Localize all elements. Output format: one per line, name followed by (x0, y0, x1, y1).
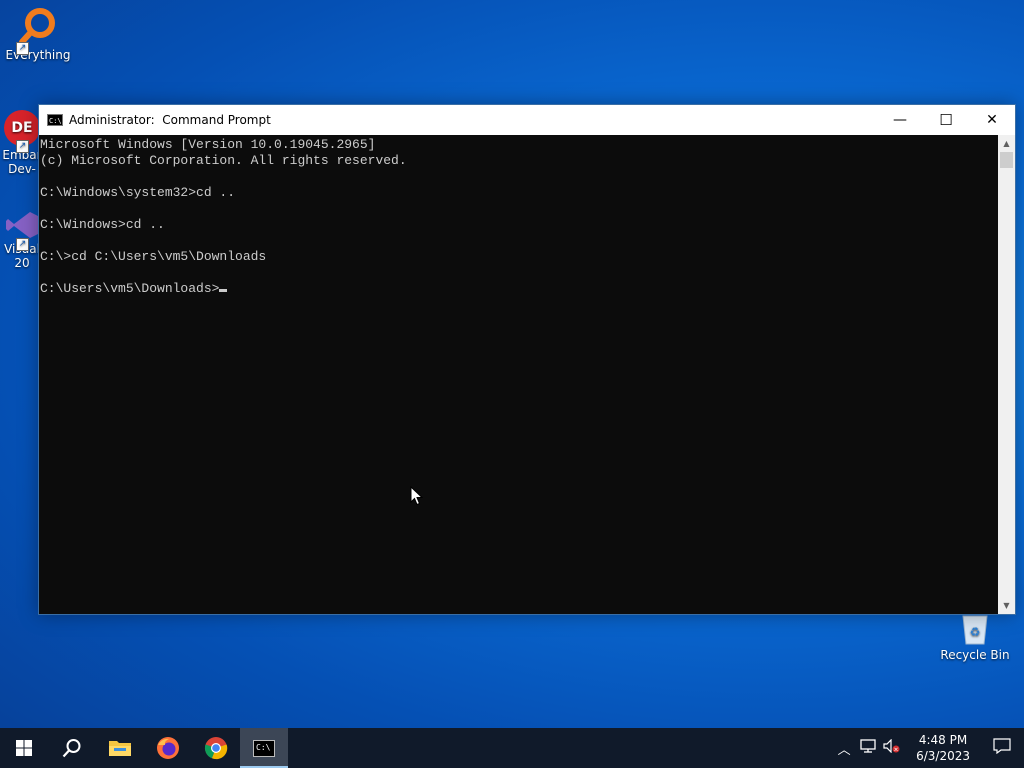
svg-text:♻: ♻ (970, 625, 981, 639)
desktop-icon-recycle-bin[interactable]: ♻ Recycle Bin (937, 612, 1013, 662)
scrollbar-thumb[interactable] (1000, 152, 1013, 168)
notification-icon (993, 738, 1011, 755)
cmd-icon: C:\ (47, 114, 63, 126)
console-line: (c) Microsoft Corporation. All rights re… (40, 153, 407, 168)
network-icon[interactable] (856, 739, 880, 757)
console-line: Microsoft Windows [Version 10.0.19045.29… (40, 137, 376, 152)
console-output[interactable]: Microsoft Windows [Version 10.0.19045.29… (39, 135, 998, 614)
desktop-icon-everything[interactable]: ↗ Everything (0, 6, 76, 62)
folder-icon (109, 741, 131, 756)
maximize-icon: ☐ (939, 111, 953, 129)
current-prompt: C:\Users\vm5\Downloads> (40, 281, 220, 296)
action-center-button[interactable] (980, 738, 1024, 758)
console-line: C:\>cd C:\Users\vm5\Downloads (40, 249, 267, 264)
minimize-icon: — (893, 112, 907, 128)
taskbar: C:\ ︿ ✕ 4:48 PM 6/3/2023 (0, 728, 1024, 768)
desktop-icon-label: Everything (5, 48, 71, 62)
show-hidden-icons-chevron-icon[interactable]: ︿ (832, 739, 856, 758)
command-prompt-taskbar-button[interactable]: C:\ (240, 728, 288, 768)
desktop-icon-label: Recycle Bin (940, 648, 1010, 662)
everything-icon (19, 8, 55, 45)
maximize-button[interactable]: ☐ (923, 105, 969, 135)
window-title: Administrator: Command Prompt (69, 113, 271, 127)
console-line: C:\Windows>cd .. (40, 217, 165, 232)
shortcut-arrow-icon: ↗ (16, 140, 29, 153)
minimize-button[interactable]: — (877, 105, 923, 135)
scroll-up-arrow-icon[interactable]: ▲ (998, 135, 1015, 152)
clock-time: 4:48 PM (918, 733, 968, 747)
start-button[interactable] (0, 728, 48, 768)
chrome-icon (204, 737, 228, 760)
console-line: C:\Windows\system32>cd .. (40, 185, 236, 200)
cmd-icon: C:\ (253, 739, 275, 757)
shortcut-arrow-icon: ↗ (16, 238, 29, 251)
windows-logo-icon (16, 740, 32, 756)
close-icon: ✕ (986, 112, 998, 128)
firefox-icon (157, 737, 179, 759)
vertical-scrollbar[interactable]: ▲ ▼ (998, 135, 1015, 614)
taskbar-clock[interactable]: 4:48 PM 6/3/2023 (916, 732, 970, 764)
scroll-down-arrow-icon[interactable]: ▼ (998, 597, 1015, 614)
command-prompt-window[interactable]: C:\ Administrator: Command Prompt — ☐ ✕ … (38, 104, 1016, 615)
clock-date: 6/3/2023 (916, 749, 970, 763)
mouse-pointer-icon (410, 486, 424, 506)
text-cursor (219, 289, 228, 292)
volume-muted-icon[interactable]: ✕ (880, 738, 904, 757)
shortcut-arrow-icon: ↗ (16, 42, 29, 55)
svg-text:✕: ✕ (894, 746, 899, 753)
system-tray: ︿ ✕ 4:48 PM 6/3/2023 (832, 728, 1024, 768)
close-button[interactable]: ✕ (969, 105, 1015, 135)
file-explorer-button[interactable] (96, 728, 144, 768)
recycle-bin-icon: ♻ (962, 615, 988, 645)
prompt-line: C:\Users\vm5\Downloads> (40, 281, 998, 297)
firefox-button[interactable] (144, 728, 192, 768)
visual-studio-icon (6, 212, 38, 238)
search-button[interactable] (48, 728, 96, 768)
chrome-button[interactable] (192, 728, 240, 768)
search-icon (62, 739, 81, 758)
title-bar[interactable]: C:\ Administrator: Command Prompt — ☐ ✕ (39, 105, 1015, 135)
